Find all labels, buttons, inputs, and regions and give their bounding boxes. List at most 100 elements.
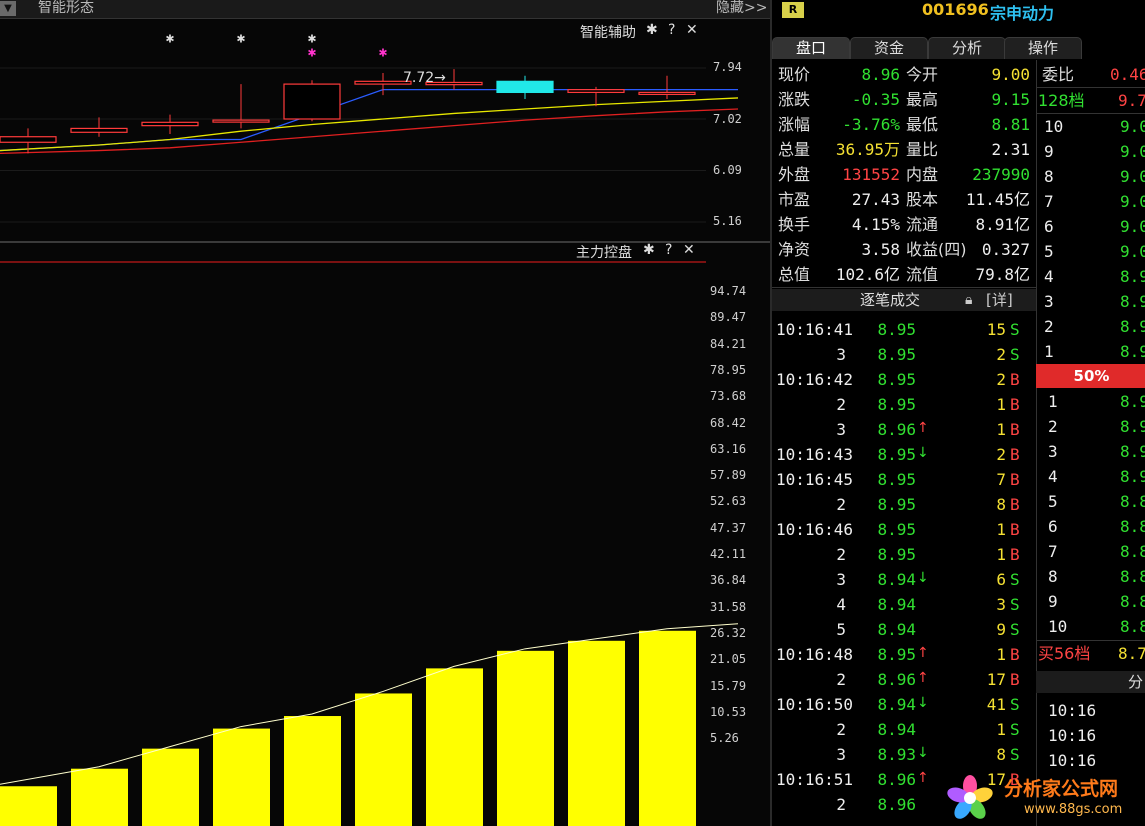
gear-icon[interactable]: ✱ [646,22,658,38]
ask-price: 9.0 [1120,242,1145,261]
lower-axis-label: 5.26 [710,731,739,746]
control-bar [142,748,199,826]
signal-marker: ✱ [307,46,316,59]
tick-price: 8.95 [877,395,916,414]
bid-level: 10 [1048,617,1068,636]
quote-label: 内盘 [906,165,939,184]
lower-axis-label: 57.89 [710,468,747,483]
ask-price: 8.9 [1120,317,1145,336]
tick-volume: 7 [996,470,1006,489]
fen-label[interactable]: 分 [1128,671,1143,693]
close-icon[interactable]: ✕ [686,22,698,38]
quote-label: 今开 [906,65,939,84]
tick-time: 2 [836,670,846,689]
tick-time: 10:16:50 [776,695,854,714]
ask-price: 9.0 [1120,217,1145,236]
tick-time: 10:16:45 [776,470,854,489]
candlestick-chart[interactable]: ✱ ✱ ✱✱ ✱ [0,0,770,826]
tab-fenxi[interactable]: 分析 [928,37,1006,59]
tick-volume: 1 [996,720,1006,739]
flower-logo-icon [947,775,993,819]
quote-label: 流通 [906,215,939,234]
tick-price: 8.95 [877,495,916,514]
lower-axis-label: 84.21 [710,336,747,351]
tick-time: 4 [836,595,846,614]
tick-price: 8.94 [877,720,916,739]
tick-time: 2 [836,720,846,739]
tick-price: 8.94 [877,570,916,589]
tick-side: S [1010,745,1020,764]
tick-side: S [1010,620,1020,639]
tab-pankou[interactable]: 盘口 [772,37,850,59]
control-bar [568,640,625,826]
tick-price: 8.96 [877,795,916,814]
signal-marker: ✱ [378,46,387,59]
tick-time: 2 [836,545,846,564]
lower-panel-title: 主力控盘 [576,245,632,261]
tick-volume: 8 [996,745,1006,764]
book-ask-value: 9.7 [1118,91,1145,110]
control-bar [71,768,128,826]
control-bar [426,668,483,826]
tick-volume: 8 [996,495,1006,514]
lower-axis-label: 31.58 [710,599,747,614]
tick-price: 8.96 [877,420,916,439]
tick-side: B [1010,645,1020,664]
quote-label: 外盘 [778,165,811,184]
tick-side: S [1010,345,1020,364]
tab-zijin[interactable]: 资金 [850,37,928,59]
bid-price: 8.8 [1120,592,1145,611]
tick-time: 10:16:42 [776,370,854,389]
control-bar [497,650,554,826]
quote-value: 0.327 [981,240,1030,259]
ask-price: 9.0 [1120,192,1145,211]
minute-time: 10:16 [1048,701,1097,720]
tick-arrow-icon: ↑ [917,420,929,436]
tick-side: S [1010,570,1020,589]
tick-time: 10:16:43 [776,445,854,464]
lower-axis-label: 26.32 [710,625,747,640]
tick-volume: 9 [996,620,1006,639]
tick-arrow-icon: ↑ [917,670,929,686]
tick-volume: 3 [996,595,1006,614]
help-icon[interactable]: ? [668,22,675,38]
tick-time: 10:16:41 [776,320,854,339]
ask-price: 8.9 [1120,342,1145,361]
tick-volume: 1 [996,520,1006,539]
tab-caozuo[interactable]: 操作 [1004,37,1082,59]
stock-code: 001696 [922,0,989,19]
candle [283,80,341,122]
bid-level: 9 [1048,592,1058,611]
quote-value: -3.76% [842,115,900,134]
book-buy-label: 买56档 [1038,644,1091,663]
minute-time: 10:16 [1048,726,1097,745]
tick-time: 10:16:51 [776,770,854,789]
quote-label: 最低 [906,115,939,134]
ask-level: 7 [1044,192,1054,211]
help-icon[interactable]: ? [665,242,672,258]
tick-volume: 1 [996,420,1006,439]
detail-link[interactable]: [详] [986,289,1013,311]
control-bar [284,716,341,826]
chart-area[interactable]: ▼ 智能形态 隐藏>> ✱ ✱ ✱ ✱ ✱ 智能辅助 ✱ ? ✕ 7.72→ 7.94 … [0,0,770,826]
quote-label: 总量 [778,140,811,159]
tick-price: 8.96 [877,670,916,689]
ask-price: 8.9 [1120,292,1145,311]
lower-axis-label: 10.53 [710,704,747,719]
bid-price: 8.9 [1120,417,1145,436]
close-icon[interactable]: ✕ [683,242,695,258]
quote-value: 36.95万 [835,140,900,159]
upper-axis-label: 6.09 [713,163,742,177]
quote-label: 流值 [906,265,939,284]
gear-icon[interactable]: ✱ [643,242,655,258]
bid-price: 8.8 [1120,617,1145,636]
tick-arrow-icon: ↓ [917,695,929,711]
tick-volume: 15 [986,320,1006,339]
tick-side: S [1010,720,1020,739]
lock-icon[interactable]: 🔒︎ [965,289,972,311]
fen-header: 分 [1036,671,1145,693]
quote-label: 换手 [778,215,811,234]
tick-side: B [1010,370,1020,389]
bid-level: 5 [1048,492,1058,511]
quote-panel: R 001696 宗申动力 盘口 资金 分析 操作 现价 8.96 今开 9.00 涨跌… [770,0,1145,826]
